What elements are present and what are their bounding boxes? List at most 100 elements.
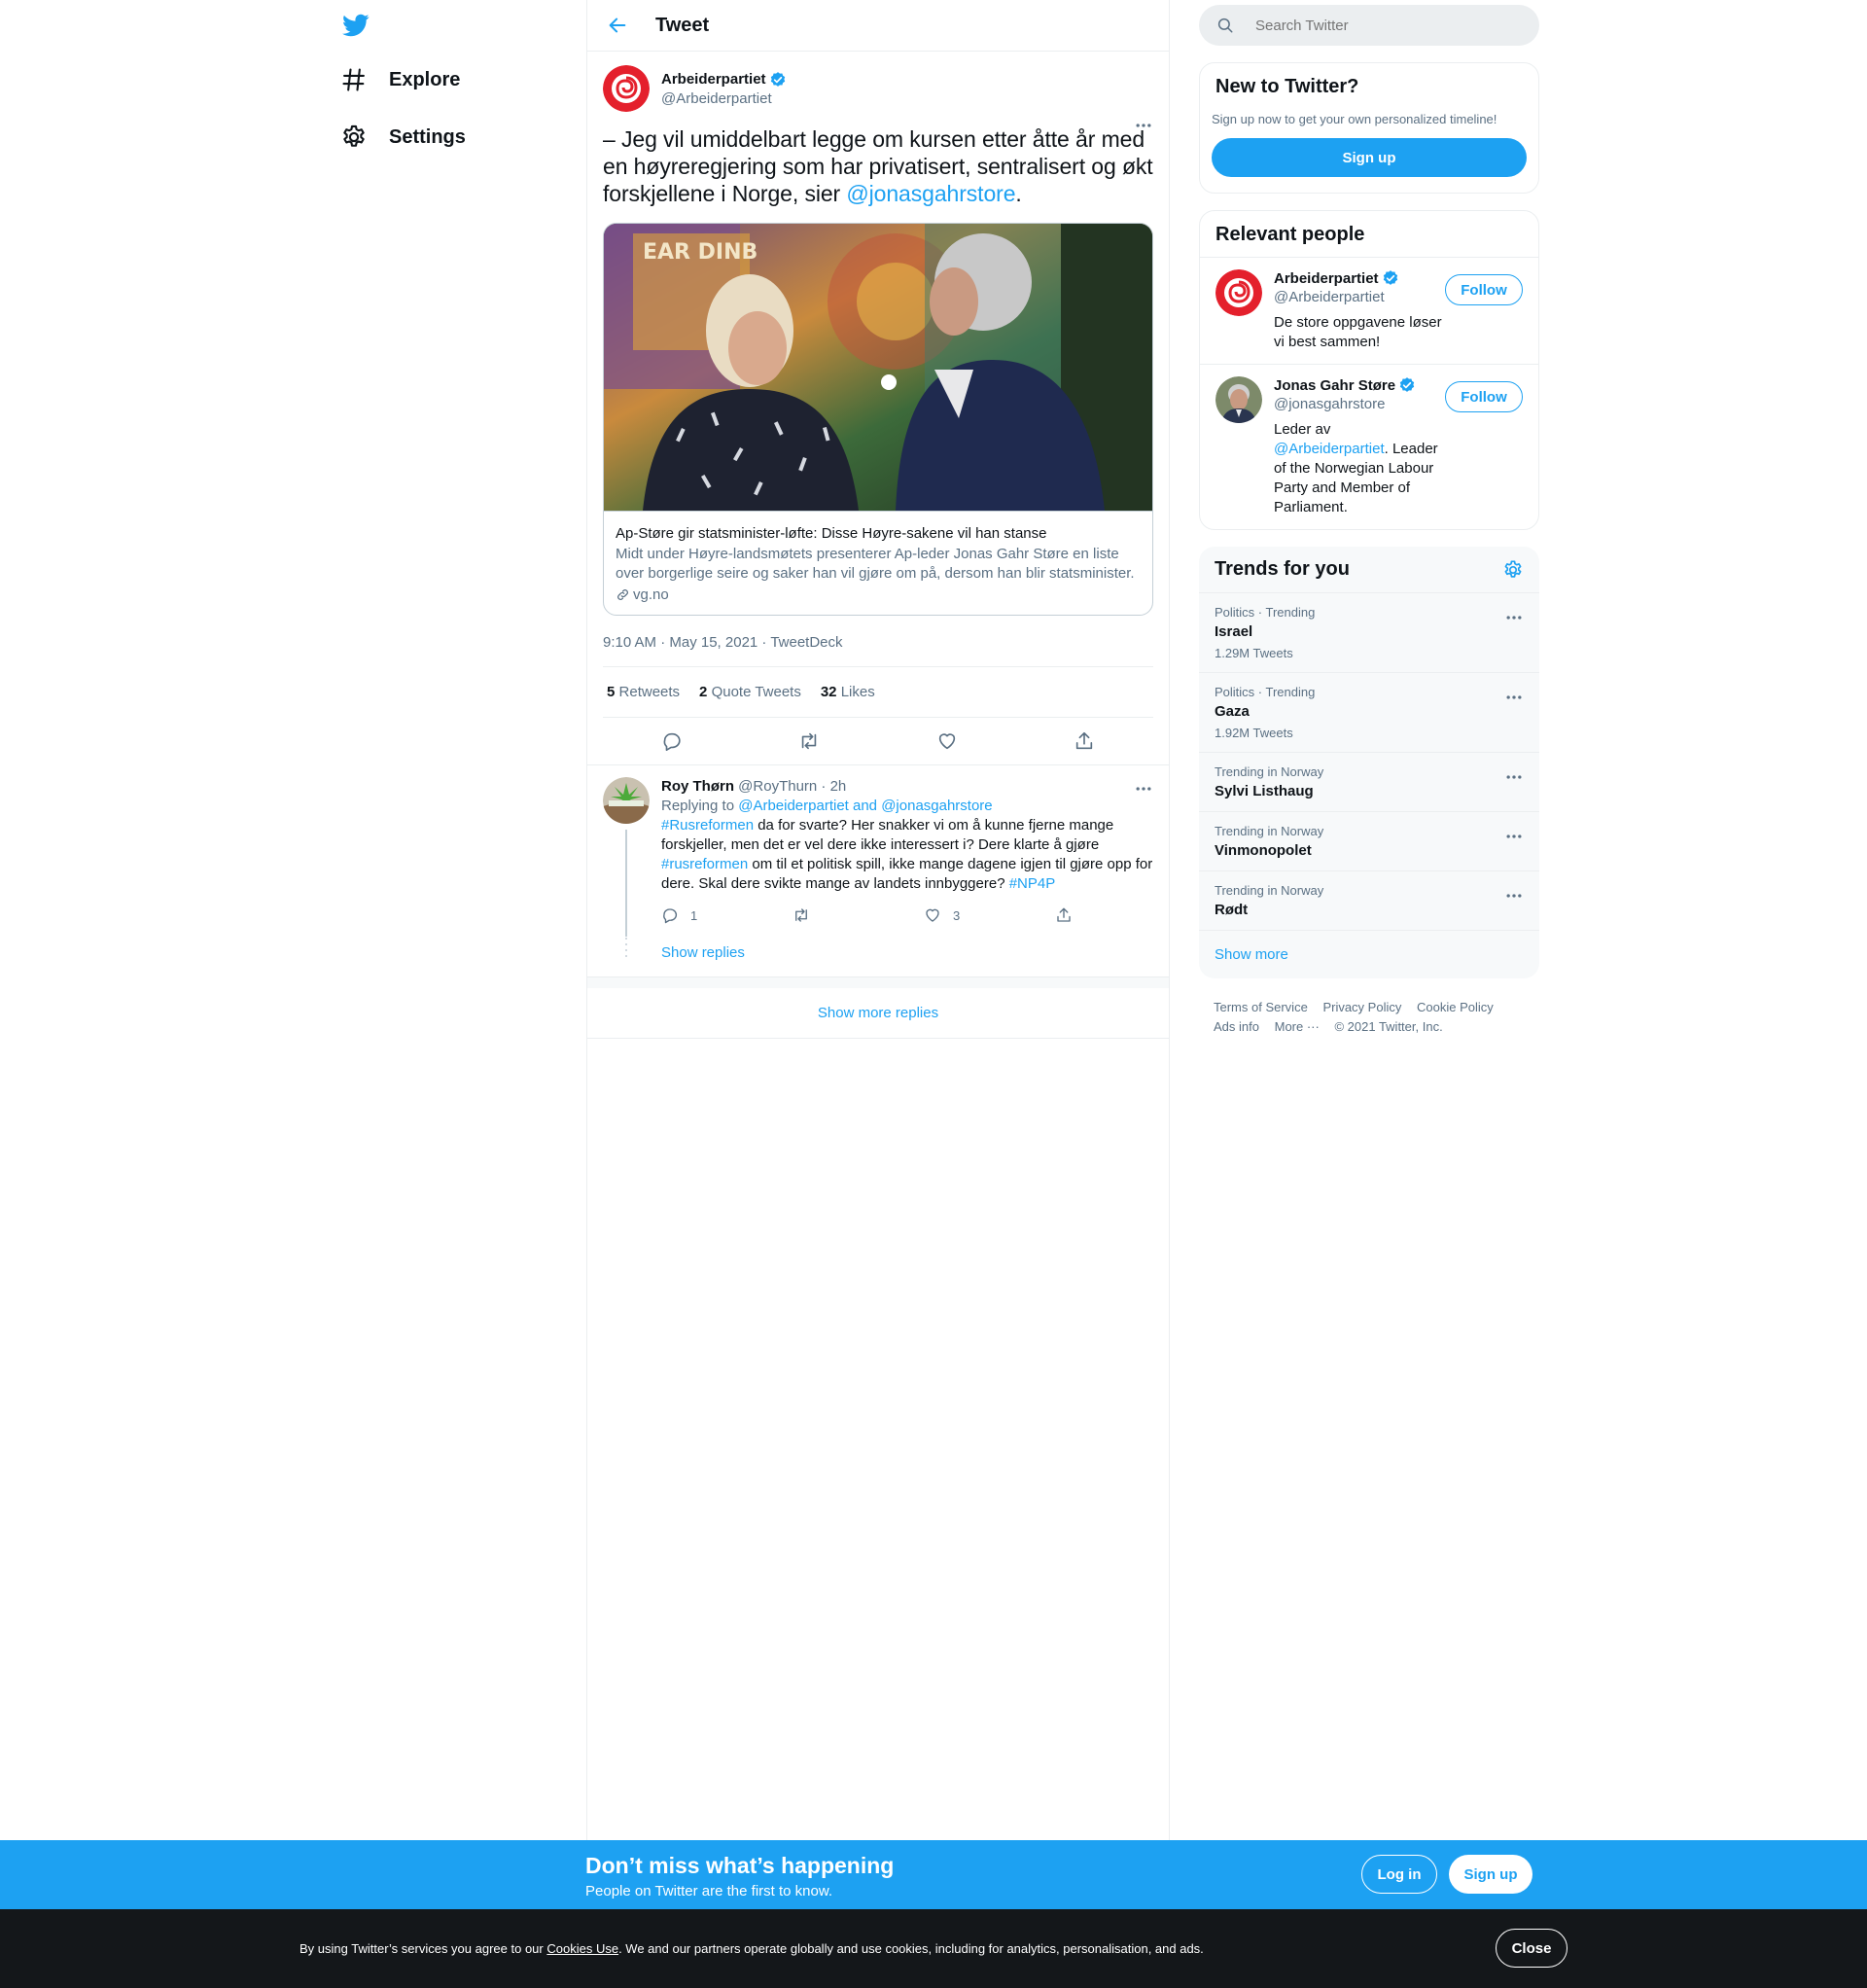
trend-context: Trending in Norway	[1215, 824, 1324, 838]
tweet-text: – Jeg vil umiddelbart legge om kursen et…	[603, 126, 1153, 206]
arbeiderpartiet-rose-avatar[interactable]	[1215, 269, 1262, 316]
trend-name: Rødt	[1215, 902, 1249, 918]
retweets-stat[interactable]: 5 Retweets	[607, 684, 680, 700]
footer-terms-link[interactable]: Terms of Service	[1214, 1000, 1308, 1014]
new-to-twitter-subtitle: Sign up now to get your own personalized…	[1212, 112, 1497, 126]
jonas-gahr-store-avatar[interactable]	[1215, 376, 1262, 423]
trend-item[interactable]: Trending in Norway Rødt	[1199, 871, 1539, 931]
share-icon[interactable]	[1074, 730, 1095, 752]
arbeiderpartiet-rose-avatar[interactable]	[603, 65, 650, 112]
more-options-icon[interactable]	[1504, 608, 1524, 627]
footer-privacy-link[interactable]: Privacy Policy	[1322, 1000, 1401, 1014]
trend-volume: 1.29M Tweets	[1215, 646, 1293, 660]
cookies-use-link[interactable]: Cookies Use	[546, 1941, 618, 1956]
retweet-icon[interactable]	[798, 730, 820, 752]
bio-mention-link[interactable]: @Arbeiderpartiet	[1274, 441, 1385, 457]
new-to-twitter-box: New to Twitter? Sign up now to get your …	[1199, 62, 1539, 194]
cookie-bar: By using Twitter’s services you agree to…	[0, 1909, 1867, 1988]
tweet-timestamp[interactable]: 9:10 AM · May 15, 2021 · TweetDeck	[603, 634, 1153, 667]
follow-button[interactable]: Follow	[1445, 274, 1523, 305]
sign-up-button[interactable]: Sign up	[1212, 138, 1527, 177]
reply-header: Roy Thørn @RoyThurn · 2h	[661, 777, 1153, 797]
reply-reply-button[interactable]: 1	[661, 906, 793, 924]
verified-badge-icon	[1383, 270, 1397, 285]
reply-retweet-button[interactable]	[793, 906, 924, 924]
link-card[interactable]: EAR DINB Ap-Støre gir statsminister-løft…	[603, 223, 1153, 616]
log-in-button[interactable]: Log in	[1361, 1855, 1437, 1894]
reply-handle-time[interactable]: @RoyThurn · 2h	[738, 778, 846, 795]
reply-actions: 1 3	[661, 905, 1153, 925]
nav-explore[interactable]: Explore	[340, 53, 460, 107]
footer-ads-link[interactable]: Ads info	[1214, 1019, 1259, 1034]
trend-context: Trending in Norway	[1215, 764, 1324, 779]
more-options-icon[interactable]	[1504, 767, 1524, 787]
like-heart-icon	[926, 908, 939, 922]
follow-button[interactable]: Follow	[1445, 381, 1523, 412]
person-handle[interactable]: @Arbeiderpartiet	[1274, 289, 1449, 305]
trend-item[interactable]: Politics · Trending Gaza 1.92M Tweets	[1199, 673, 1539, 753]
reply-author-name[interactable]: Roy Thørn	[661, 778, 734, 795]
tweet-actions	[603, 718, 1153, 764]
quote-tweets-stat[interactable]: 2 Quote Tweets	[699, 684, 801, 700]
search-bar[interactable]	[1199, 5, 1539, 46]
main-tweet: Arbeiderpartiet @Arbeiderpartiet – Jeg v…	[587, 52, 1169, 764]
hashtag-rusreformen-2[interactable]: #rusreformen	[661, 856, 748, 872]
link-icon	[617, 589, 628, 600]
reply-like-button[interactable]: 3	[924, 906, 1055, 924]
reply-share-button[interactable]	[1055, 906, 1084, 924]
new-to-twitter-title: New to Twitter?	[1215, 76, 1359, 97]
trend-context: Politics · Trending	[1215, 605, 1316, 620]
show-more-replies-button[interactable]: Show more replies	[587, 988, 1169, 1039]
person-name[interactable]: Jonas Gahr Støre	[1274, 377, 1395, 394]
separator	[587, 976, 1169, 988]
trend-item[interactable]: Politics · Trending Israel 1.29M Tweets	[1199, 593, 1539, 673]
search-input[interactable]	[1255, 17, 1508, 34]
card-title: Ap-Støre gir statsminister-løfte: Disse …	[616, 525, 1047, 542]
page-title: Tweet	[655, 14, 710, 36]
person-handle[interactable]: @jonasgahrstore	[1274, 396, 1449, 412]
person-arbeiderpartiet[interactable]: Arbeiderpartiet @Arbeiderpartiet De stor…	[1200, 258, 1538, 365]
hashtag-rusreformen[interactable]: #Rusreformen	[661, 817, 754, 834]
nav-settings[interactable]: Settings	[340, 110, 466, 164]
twitter-bird-icon[interactable]	[340, 12, 371, 39]
back-arrow-icon[interactable]	[607, 15, 628, 36]
verified-badge-icon	[770, 71, 785, 87]
hashtag-icon	[342, 68, 365, 91]
author-handle[interactable]: @Arbeiderpartiet	[661, 90, 787, 107]
replying-to-links[interactable]: @Arbeiderpartiet and @jonasgahrstore	[738, 798, 992, 814]
banner-sign-up-button[interactable]: Sign up	[1449, 1855, 1532, 1894]
settings-gear-icon[interactable]	[1502, 559, 1524, 581]
trend-volume: 1.92M Tweets	[1215, 726, 1293, 740]
reply-tweet[interactable]: Roy Thørn @RoyThurn · 2h Replying to @Ar…	[587, 764, 1169, 976]
author-name[interactable]: Arbeiderpartiet	[661, 71, 787, 89]
trend-name: Sylvi Listhaug	[1215, 783, 1314, 799]
person-jonasgahrstore[interactable]: Jonas Gahr Støre @jonasgahrstore Leder a…	[1200, 365, 1538, 529]
tweet-stats: 5 Retweets 2 Quote Tweets 32 Likes	[603, 667, 1153, 718]
more-options-icon[interactable]	[1504, 827, 1524, 846]
trends-title: Trends for you	[1215, 558, 1350, 580]
trend-item[interactable]: Trending in Norway Sylvi Listhaug	[1199, 753, 1539, 812]
likes-stat[interactable]: 32 Likes	[821, 684, 875, 700]
more-options-icon[interactable]	[1504, 688, 1524, 707]
person-name[interactable]: Arbeiderpartiet	[1274, 270, 1379, 287]
roy-thorn-avatar[interactable]	[603, 777, 650, 824]
trends-box: Trends for you Politics · Trending Israe…	[1199, 547, 1539, 978]
show-more-trends-link[interactable]: Show more	[1199, 931, 1539, 978]
right-sidebar: New to Twitter? Sign up now to get your …	[1199, 0, 1539, 1056]
show-replies-link[interactable]: Show replies	[661, 944, 1153, 961]
more-options-icon[interactable]	[1504, 886, 1524, 905]
card-source: vg.no	[616, 586, 1141, 603]
more-options-icon[interactable]	[1134, 116, 1153, 135]
cookie-close-button[interactable]: Close	[1496, 1929, 1568, 1968]
trend-item[interactable]: Trending in Norway Vinmonopolet	[1199, 812, 1539, 871]
footer-cookie-link[interactable]: Cookie Policy	[1417, 1000, 1494, 1014]
signup-banner: Don’t miss what’s happening People on Tw…	[0, 1840, 1867, 1909]
mention-link[interactable]: @jonasgahrstore	[846, 181, 1015, 206]
reply-icon[interactable]	[661, 730, 683, 752]
relevant-people-title: Relevant people	[1215, 224, 1365, 245]
search-icon	[1217, 18, 1233, 33]
like-heart-icon[interactable]	[936, 730, 958, 752]
more-options-icon[interactable]	[1134, 779, 1153, 799]
footer-more-link[interactable]: More ···	[1275, 1019, 1320, 1034]
hashtag-np4p[interactable]: #NP4P	[1009, 875, 1056, 892]
